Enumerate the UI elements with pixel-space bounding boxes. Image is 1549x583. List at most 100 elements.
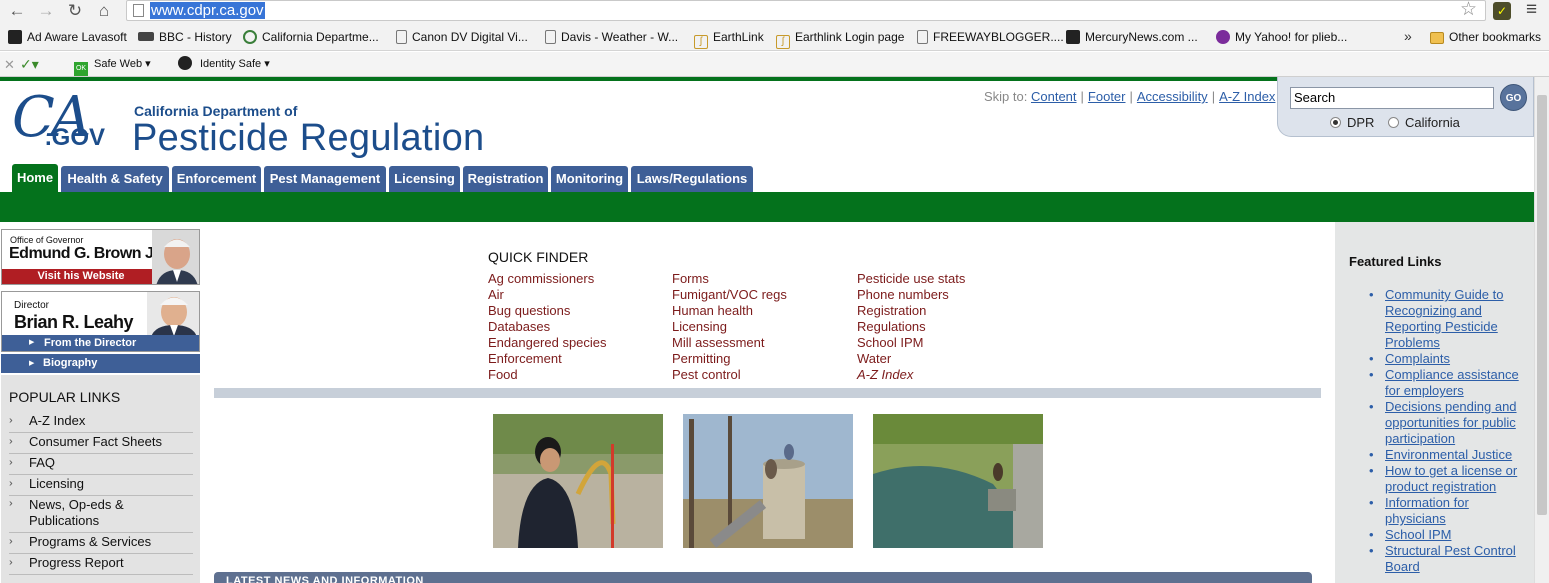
popular-link[interactable]: ›› A-Z Index <box>9 412 193 433</box>
featured-link[interactable]: Environmental Justice <box>1369 447 1531 463</box>
reload-icon[interactable]: ↻ <box>64 1 86 21</box>
quick-finder-link[interactable]: Ag commissioners <box>488 271 607 287</box>
quick-finder-column: Ag commissioners Air Bug questions Datab… <box>488 271 607 383</box>
quick-finder-link[interactable]: Endangered species <box>488 335 607 351</box>
bookmark-item[interactable]: California Departme... <box>243 24 379 50</box>
from-the-director-link[interactable]: From the Director <box>2 335 199 351</box>
home-icon[interactable]: ⌂ <box>93 1 115 21</box>
address-bar[interactable]: www.cdpr.ca.gov <box>126 0 1486 21</box>
popular-link[interactable]: ›› Licensing <box>9 475 193 496</box>
popular-link[interactable]: ›› News, Op-eds & Publications <box>9 496 193 533</box>
photo-stream-sampling[interactable] <box>873 414 1043 548</box>
quick-finder-link[interactable]: Bug questions <box>488 303 607 319</box>
skip-content-link[interactable]: Content <box>1031 89 1077 104</box>
quick-finder-link[interactable]: Pesticide use stats <box>857 271 965 287</box>
forward-icon[interactable]: → <box>35 1 57 21</box>
tab-enforcement[interactable]: Enforcement <box>172 166 261 192</box>
safe-web-menu[interactable]: OK Safe Web ▾ <box>74 52 151 77</box>
quick-finder-link[interactable]: Fumigant/VOC regs <box>672 287 787 303</box>
quick-finder-link[interactable]: Regulations <box>857 319 965 335</box>
quick-finder-link[interactable]: Phone numbers <box>857 287 965 303</box>
logo-title: Pesticide Regulation <box>132 117 485 159</box>
double-arrow-icon: ›› <box>9 457 12 468</box>
norton-check-icon[interactable]: ✓▾ <box>20 52 39 77</box>
back-icon[interactable]: ← <box>6 1 28 21</box>
extension-icon[interactable]: ✓ <box>1493 2 1511 20</box>
page-scrollbar[interactable] <box>1534 77 1549 583</box>
quick-finder-link[interactable]: Registration <box>857 303 965 319</box>
bookmark-item[interactable]: FREEWAYBLOGGER.... <box>917 24 1064 50</box>
quick-finder-divider <box>214 388 1321 398</box>
search-go-button[interactable]: GO <box>1500 84 1527 111</box>
tab-registration[interactable]: Registration <box>463 166 548 192</box>
quick-finder-link[interactable]: Pest control <box>672 367 787 383</box>
popular-link[interactable]: ›› Programs & Services <box>9 533 193 554</box>
tab-monitoring[interactable]: Monitoring <box>551 166 628 192</box>
popular-link[interactable]: ›› Consumer Fact Sheets <box>9 433 193 454</box>
double-arrow-icon: ›› <box>9 436 12 447</box>
bookmark-item[interactable]: My Yahoo! for plieb... <box>1216 24 1347 50</box>
popular-link[interactable]: ›› Progress Report <box>9 554 193 575</box>
governor-visit-link[interactable]: Visit his Website <box>2 269 160 284</box>
quick-finder-link[interactable]: Food <box>488 367 607 383</box>
featured-link[interactable]: Compliance assistance for employers <box>1369 367 1531 399</box>
skip-accessibility-link[interactable]: Accessibility <box>1137 89 1208 104</box>
popular-link[interactable]: ›› FAQ <box>9 454 193 475</box>
nav-band <box>0 192 1534 222</box>
bookmark-star-icon[interactable]: ☆ <box>1460 0 1477 20</box>
bookmarks-overflow-icon[interactable]: » <box>1404 24 1412 48</box>
url-text[interactable]: www.cdpr.ca.gov <box>150 2 265 19</box>
site-logo[interactable]: CA .GOV California Department of Pestici… <box>12 83 492 165</box>
skip-az-index-link[interactable]: A-Z Index <box>1219 89 1275 104</box>
quick-finder-link[interactable]: Human health <box>672 303 787 319</box>
close-icon[interactable]: ✕ <box>4 52 15 77</box>
search-input[interactable]: Search <box>1290 87 1494 109</box>
scrollbar-thumb[interactable] <box>1537 95 1547 515</box>
quick-finder-link[interactable]: Forms <box>672 271 787 287</box>
quick-finder-link[interactable]: Air <box>488 287 607 303</box>
director-portrait <box>147 292 199 337</box>
featured-link[interactable]: Decisions pending and opportunities for … <box>1369 399 1531 447</box>
photo-scientist-sampling[interactable] <box>493 414 663 548</box>
skip-footer-link[interactable]: Footer <box>1088 89 1126 104</box>
web-page: CA .GOV California Department of Pestici… <box>0 77 1549 583</box>
page-icon <box>396 30 407 44</box>
radio-dpr[interactable]: DPR <box>1330 115 1374 130</box>
tab-laws-regulations[interactable]: Laws/Regulations <box>631 166 753 192</box>
director-banner[interactable]: Director Brian R. Leahy From the Directo… <box>1 291 200 352</box>
quick-finder-link[interactable]: School IPM <box>857 335 965 351</box>
featured-link[interactable]: Information for physicians <box>1369 495 1531 527</box>
bookmark-item[interactable]: BBC - History <box>138 24 232 50</box>
bookmark-item[interactable]: MercuryNews.com ... <box>1066 24 1198 50</box>
featured-link[interactable]: Complaints <box>1369 351 1531 367</box>
tab-home[interactable]: Home <box>12 164 58 192</box>
quick-finder-link[interactable]: Permitting <box>672 351 787 367</box>
bookmark-item[interactable]: Davis - Weather - W... <box>545 24 678 50</box>
bookmarks-bar: Ad Aware Lavasoft BBC - History Californ… <box>0 24 1549 51</box>
quick-finder-link[interactable]: Licensing <box>672 319 787 335</box>
quick-finder-link[interactable]: Water <box>857 351 965 367</box>
tab-health-safety[interactable]: Health & Safety <box>61 166 169 192</box>
tab-licensing[interactable]: Licensing <box>389 166 460 192</box>
tab-pest-management[interactable]: Pest Management <box>264 166 386 192</box>
bookmark-item[interactable]: Canon DV Digital Vi... <box>396 24 528 50</box>
featured-link[interactable]: Structural Pest Control Board <box>1369 543 1531 575</box>
bookmark-item[interactable]: ʃ Earthlink Login page <box>776 24 904 50</box>
biography-link[interactable]: Biography <box>1 354 200 373</box>
photo-well-pump[interactable] <box>683 414 853 548</box>
radio-california[interactable]: California <box>1388 115 1460 130</box>
quick-finder-link[interactable]: Mill assessment <box>672 335 787 351</box>
governor-banner[interactable]: Office of Governor Edmund G. Brown Jr. V… <box>1 229 200 285</box>
double-arrow-icon: ›› <box>9 478 12 489</box>
bookmark-item[interactable]: ʃ EarthLink <box>694 24 764 50</box>
featured-link[interactable]: School IPM <box>1369 527 1531 543</box>
featured-link[interactable]: How to get a license or product registra… <box>1369 463 1531 495</box>
quick-finder-link[interactable]: Databases <box>488 319 607 335</box>
quick-finder-link[interactable]: Enforcement <box>488 351 607 367</box>
menu-icon[interactable]: ≡ <box>1526 0 1537 20</box>
featured-link[interactable]: Community Guide to Recognizing and Repor… <box>1369 287 1531 351</box>
identity-safe-menu[interactable]: Identity Safe ▾ <box>178 52 270 77</box>
other-bookmarks[interactable]: Other bookmarks <box>1430 24 1541 50</box>
quick-finder-az-link[interactable]: A-Z Index <box>857 367 965 383</box>
bookmark-item[interactable]: Ad Aware Lavasoft <box>8 24 127 50</box>
